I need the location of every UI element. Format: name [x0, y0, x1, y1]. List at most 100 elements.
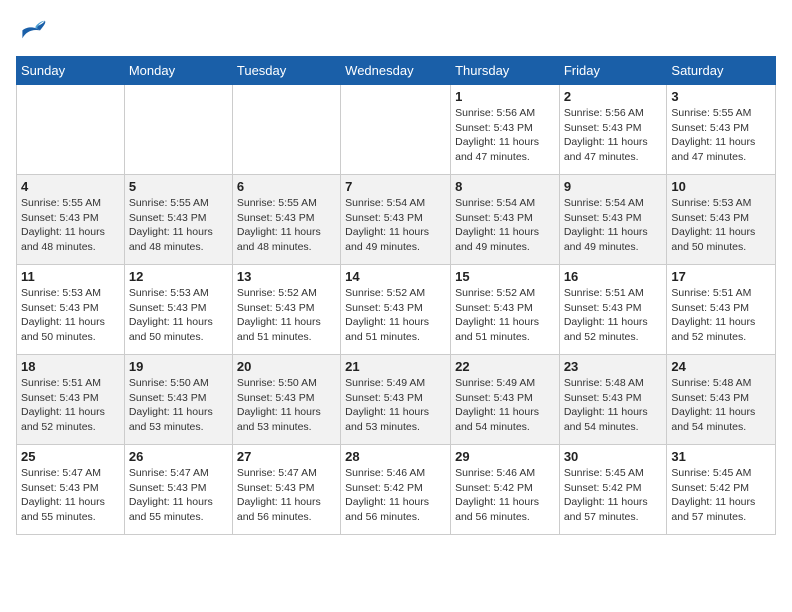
- day-number: 12: [129, 269, 228, 284]
- calendar-cell: 13 Sunrise: 5:52 AM Sunset: 5:43 PM Dayli…: [232, 265, 340, 355]
- day-info-text: Sunrise: 5:54 AM Sunset: 5:43 PM Dayligh…: [564, 196, 663, 255]
- calendar-cell: 31 Sunrise: 5:45 AM Sunset: 5:42 PM Dayli…: [667, 445, 776, 535]
- day-number: 17: [671, 269, 771, 284]
- calendar-cell: 26 Sunrise: 5:47 AM Sunset: 5:43 PM Dayli…: [124, 445, 232, 535]
- day-number: 3: [671, 89, 771, 104]
- calendar-cell: 22Sunrise: 5:49 AM Sunset: 5:43 PM Dayli…: [451, 355, 560, 445]
- calendar-cell: 14 Sunrise: 5:52 AM Sunset: 5:43 PM Dayli…: [341, 265, 451, 355]
- day-info-text: Sunrise: 5:51 AM Sunset: 5:43 PM Dayligh…: [564, 286, 663, 345]
- day-info-text: Sunrise: 5:50 AM Sunset: 5:43 PM Dayligh…: [129, 376, 228, 435]
- calendar-cell: 30Sunrise: 5:45 AM Sunset: 5:42 PM Dayli…: [559, 445, 667, 535]
- calendar-cell: 25 Sunrise: 5:47 AM Sunset: 5:43 PM Dayli…: [17, 445, 125, 535]
- weekday-header-wednesday: Wednesday: [341, 57, 451, 85]
- calendar-cell: 6Sunrise: 5:55 AM Sunset: 5:43 PM Daylig…: [232, 175, 340, 265]
- day-number: 14: [345, 269, 446, 284]
- calendar-cell: 23 Sunrise: 5:48 AM Sunset: 5:43 PM Dayli…: [559, 355, 667, 445]
- calendar-cell: 2 Sunrise: 5:56 AM Sunset: 5:43 PM Daylig…: [559, 85, 667, 175]
- calendar-cell: 5 Sunrise: 5:55 AM Sunset: 5:43 PM Daylig…: [124, 175, 232, 265]
- day-info-text: Sunrise: 5:56 AM Sunset: 5:43 PM Dayligh…: [564, 106, 663, 165]
- day-number: 26: [129, 449, 228, 464]
- calendar-cell: 3 Sunrise: 5:55 AM Sunset: 5:43 PM Daylig…: [667, 85, 776, 175]
- calendar-cell: 8 Sunrise: 5:54 AM Sunset: 5:43 PM Daylig…: [451, 175, 560, 265]
- day-number: 16: [564, 269, 663, 284]
- day-info-text: Sunrise: 5:48 AM Sunset: 5:43 PM Dayligh…: [671, 376, 771, 435]
- day-info-text: Sunrise: 5:51 AM Sunset: 5:43 PM Dayligh…: [671, 286, 771, 345]
- day-info-text: Sunrise: 5:49 AM Sunset: 5:43 PM Dayligh…: [345, 376, 446, 435]
- calendar-cell: 12Sunrise: 5:53 AM Sunset: 5:43 PM Dayli…: [124, 265, 232, 355]
- calendar-week-row: 1 Sunrise: 5:56 AM Sunset: 5:43 PM Daylig…: [17, 85, 776, 175]
- day-number: 10: [671, 179, 771, 194]
- calendar-cell: 10 Sunrise: 5:53 AM Sunset: 5:43 PM Dayli…: [667, 175, 776, 265]
- day-info-text: Sunrise: 5:47 AM Sunset: 5:43 PM Dayligh…: [237, 466, 336, 525]
- day-info-text: Sunrise: 5:49 AM Sunset: 5:43 PM Dayligh…: [455, 376, 555, 435]
- logo-icon: [16, 16, 48, 48]
- day-number: 24: [671, 359, 771, 374]
- calendar-table: SundayMondayTuesdayWednesdayThursdayFrid…: [16, 56, 776, 535]
- day-info-text: Sunrise: 5:54 AM Sunset: 5:43 PM Dayligh…: [455, 196, 555, 255]
- day-number: 9: [564, 179, 663, 194]
- calendar-cell: [232, 85, 340, 175]
- calendar-cell: 24 Sunrise: 5:48 AM Sunset: 5:43 PM Dayli…: [667, 355, 776, 445]
- day-info-text: Sunrise: 5:52 AM Sunset: 5:43 PM Dayligh…: [455, 286, 555, 345]
- logo: [16, 16, 52, 48]
- day-number: 8: [455, 179, 555, 194]
- weekday-header-thursday: Thursday: [451, 57, 560, 85]
- calendar-cell: 28 Sunrise: 5:46 AM Sunset: 5:42 PM Dayli…: [341, 445, 451, 535]
- day-number: 23: [564, 359, 663, 374]
- calendar-cell: [341, 85, 451, 175]
- day-number: 1: [455, 89, 555, 104]
- day-info-text: Sunrise: 5:52 AM Sunset: 5:43 PM Dayligh…: [237, 286, 336, 345]
- calendar-cell: 17 Sunrise: 5:51 AM Sunset: 5:43 PM Dayli…: [667, 265, 776, 355]
- day-info-text: Sunrise: 5:54 AM Sunset: 5:43 PM Dayligh…: [345, 196, 446, 255]
- day-info-text: Sunrise: 5:55 AM Sunset: 5:43 PM Dayligh…: [237, 196, 336, 255]
- day-number: 30: [564, 449, 663, 464]
- day-info-text: Sunrise: 5:48 AM Sunset: 5:43 PM Dayligh…: [564, 376, 663, 435]
- day-number: 7: [345, 179, 446, 194]
- calendar-cell: 1 Sunrise: 5:56 AM Sunset: 5:43 PM Daylig…: [451, 85, 560, 175]
- day-info-text: Sunrise: 5:52 AM Sunset: 5:43 PM Dayligh…: [345, 286, 446, 345]
- calendar-cell: 18 Sunrise: 5:51 AM Sunset: 5:43 PM Dayli…: [17, 355, 125, 445]
- day-number: 25: [21, 449, 120, 464]
- day-number: 2: [564, 89, 663, 104]
- weekday-header-saturday: Saturday: [667, 57, 776, 85]
- calendar-week-row: 25 Sunrise: 5:47 AM Sunset: 5:43 PM Dayli…: [17, 445, 776, 535]
- day-number: 31: [671, 449, 771, 464]
- day-number: 5: [129, 179, 228, 194]
- calendar-cell: 11 Sunrise: 5:53 AM Sunset: 5:43 PM Dayli…: [17, 265, 125, 355]
- day-number: 29: [455, 449, 555, 464]
- day-number: 15: [455, 269, 555, 284]
- weekday-header-friday: Friday: [559, 57, 667, 85]
- calendar-cell: 20 Sunrise: 5:50 AM Sunset: 5:43 PM Dayli…: [232, 355, 340, 445]
- day-info-text: Sunrise: 5:51 AM Sunset: 5:43 PM Dayligh…: [21, 376, 120, 435]
- page-header: [16, 16, 776, 48]
- day-info-text: Sunrise: 5:53 AM Sunset: 5:43 PM Dayligh…: [671, 196, 771, 255]
- day-number: 18: [21, 359, 120, 374]
- day-info-text: Sunrise: 5:45 AM Sunset: 5:42 PM Dayligh…: [671, 466, 771, 525]
- day-info-text: Sunrise: 5:56 AM Sunset: 5:43 PM Dayligh…: [455, 106, 555, 165]
- day-number: 20: [237, 359, 336, 374]
- calendar-cell: 15 Sunrise: 5:52 AM Sunset: 5:43 PM Dayli…: [451, 265, 560, 355]
- day-info-text: Sunrise: 5:50 AM Sunset: 5:43 PM Dayligh…: [237, 376, 336, 435]
- calendar-cell: 4Sunrise: 5:55 AM Sunset: 5:43 PM Daylig…: [17, 175, 125, 265]
- day-info-text: Sunrise: 5:46 AM Sunset: 5:42 PM Dayligh…: [455, 466, 555, 525]
- calendar-cell: 16 Sunrise: 5:51 AM Sunset: 5:43 PM Dayli…: [559, 265, 667, 355]
- day-info-text: Sunrise: 5:53 AM Sunset: 5:43 PM Dayligh…: [21, 286, 120, 345]
- day-number: 11: [21, 269, 120, 284]
- day-info-text: Sunrise: 5:47 AM Sunset: 5:43 PM Dayligh…: [21, 466, 120, 525]
- calendar-cell: 29 Sunrise: 5:46 AM Sunset: 5:42 PM Dayli…: [451, 445, 560, 535]
- day-info-text: Sunrise: 5:55 AM Sunset: 5:43 PM Dayligh…: [671, 106, 771, 165]
- calendar-cell: [124, 85, 232, 175]
- calendar-week-row: 18 Sunrise: 5:51 AM Sunset: 5:43 PM Dayli…: [17, 355, 776, 445]
- calendar-cell: [17, 85, 125, 175]
- day-number: 28: [345, 449, 446, 464]
- calendar-cell: 21 Sunrise: 5:49 AM Sunset: 5:43 PM Dayli…: [341, 355, 451, 445]
- day-info-text: Sunrise: 5:55 AM Sunset: 5:43 PM Dayligh…: [21, 196, 120, 255]
- weekday-header-tuesday: Tuesday: [232, 57, 340, 85]
- calendar-week-row: 4Sunrise: 5:55 AM Sunset: 5:43 PM Daylig…: [17, 175, 776, 265]
- day-number: 21: [345, 359, 446, 374]
- day-info-text: Sunrise: 5:55 AM Sunset: 5:43 PM Dayligh…: [129, 196, 228, 255]
- calendar-cell: 27Sunrise: 5:47 AM Sunset: 5:43 PM Dayli…: [232, 445, 340, 535]
- day-info-text: Sunrise: 5:47 AM Sunset: 5:43 PM Dayligh…: [129, 466, 228, 525]
- day-number: 13: [237, 269, 336, 284]
- day-info-text: Sunrise: 5:46 AM Sunset: 5:42 PM Dayligh…: [345, 466, 446, 525]
